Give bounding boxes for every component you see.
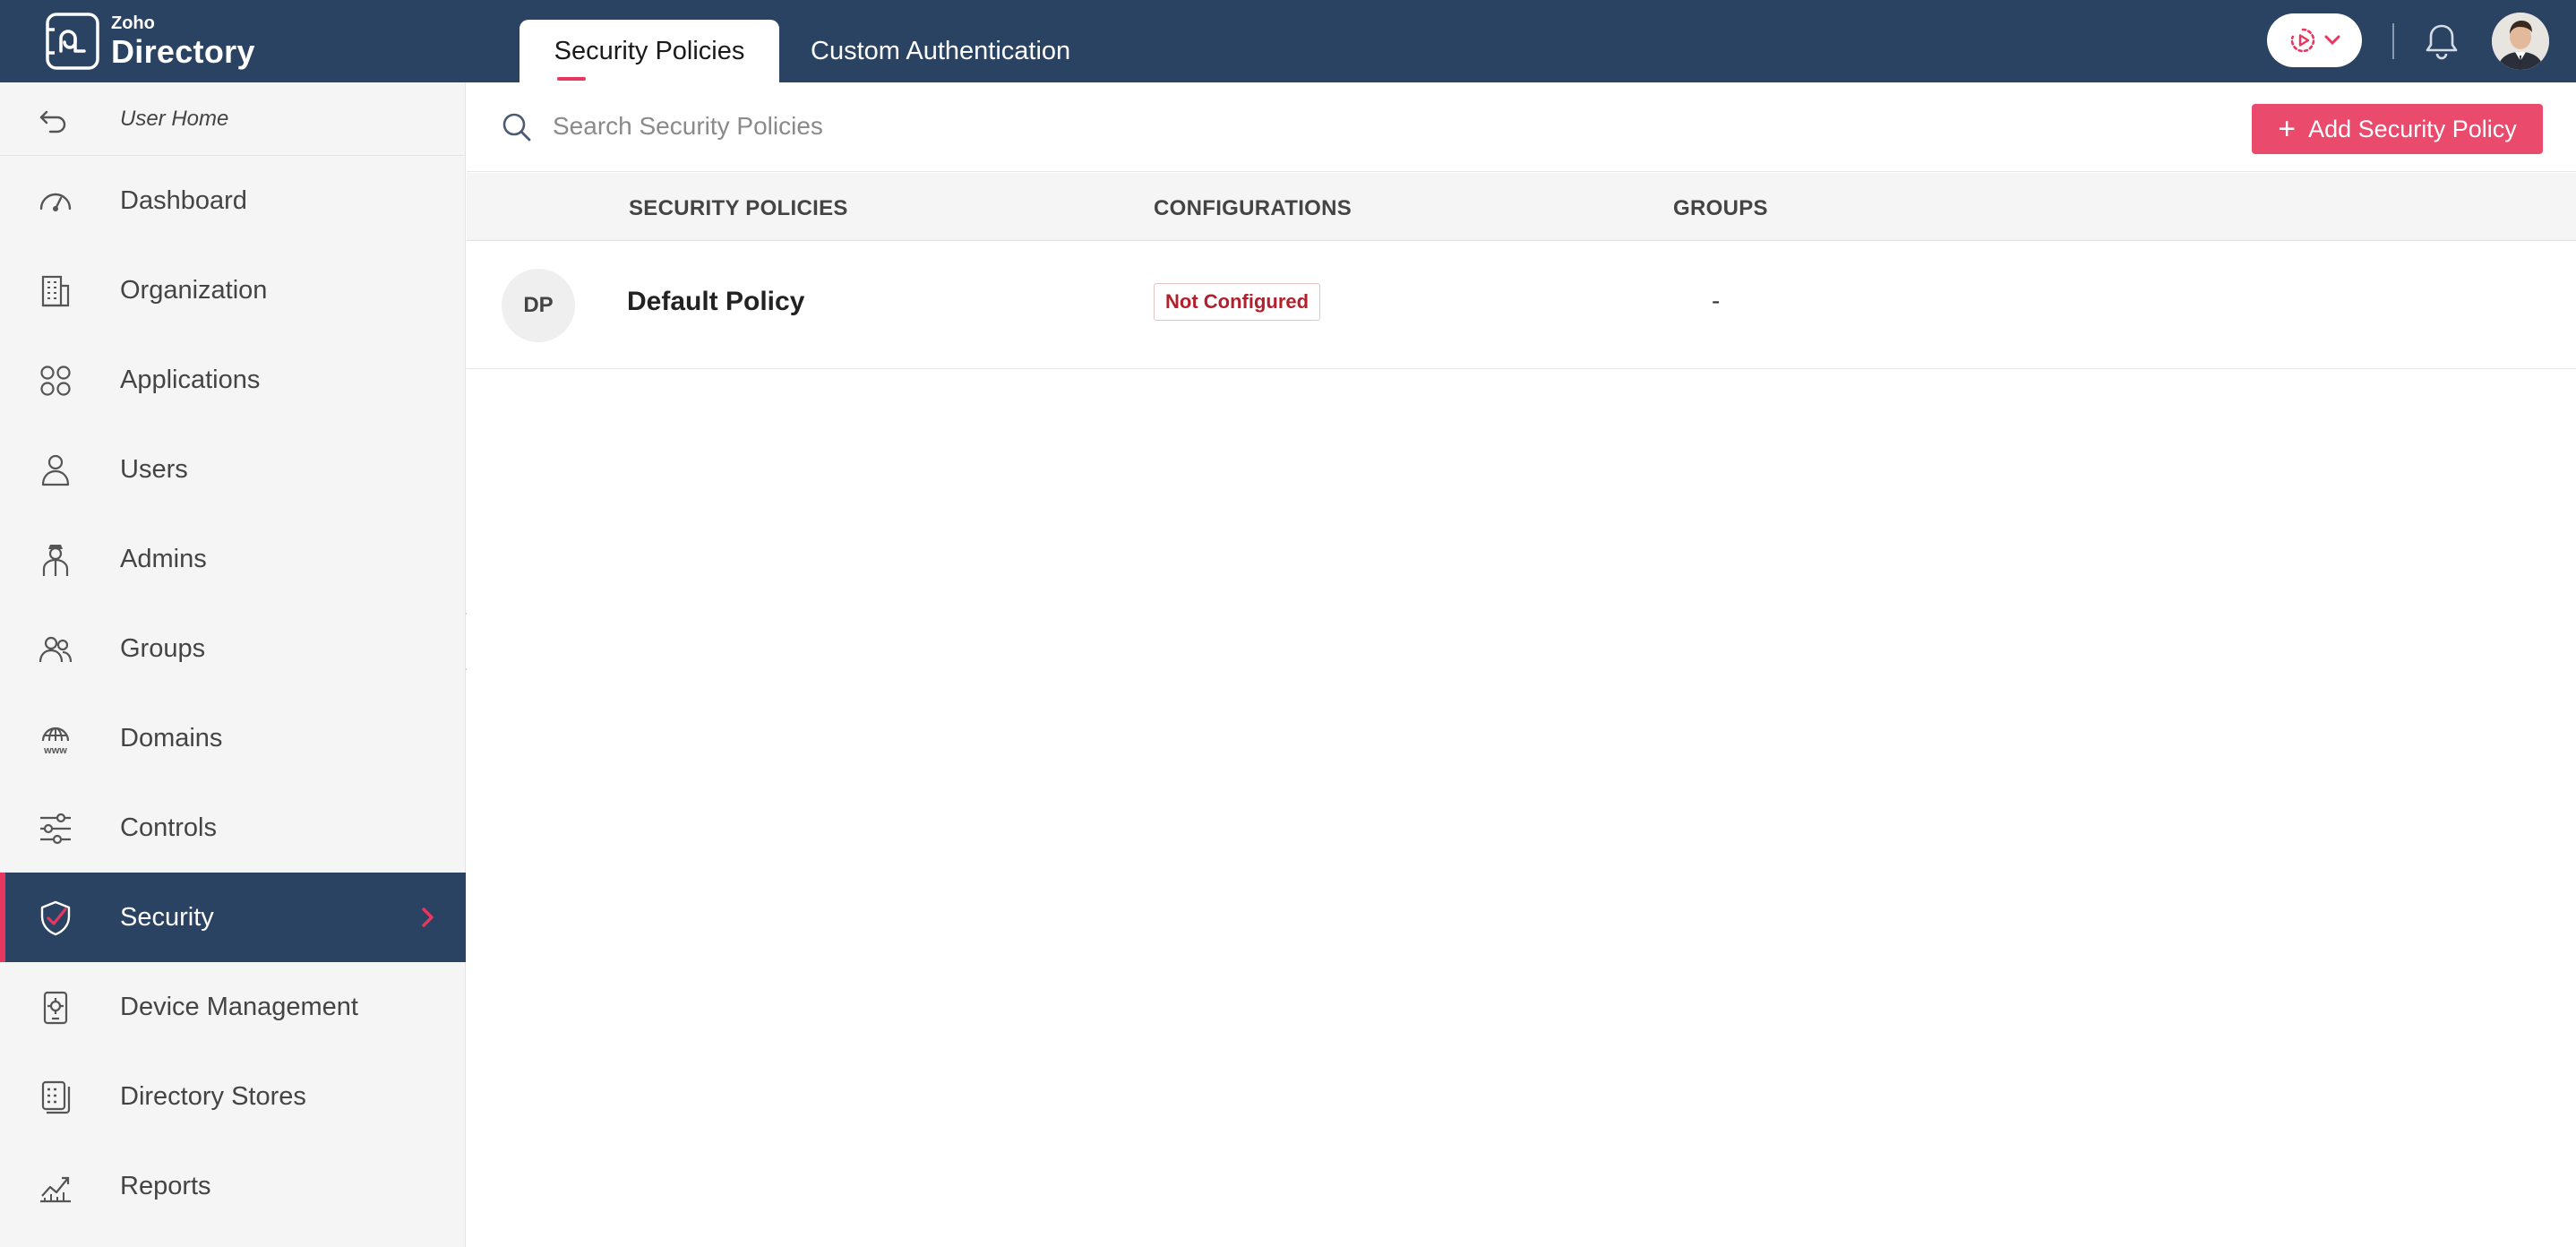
table-header: SECURITY POLICIES CONFIGURATIONS GROUPS	[467, 173, 2576, 241]
sidebar-item-label: Groups	[120, 633, 206, 663]
sidebar-item-domains[interactable]: www Domains	[0, 693, 466, 783]
column-header-configurations: CONFIGURATIONS	[1154, 196, 1352, 220]
header-divider	[2392, 23, 2394, 59]
device-gear-icon	[43, 991, 68, 1025]
brand-product: Directory	[111, 33, 255, 70]
store-icon	[41, 1080, 71, 1114]
admin-icon	[42, 545, 69, 576]
sidebar-item-label: Directory Stores	[120, 1081, 306, 1111]
sidebar-item-controls[interactable]: Controls	[0, 783, 466, 873]
sidebar-item-label: Applications	[120, 365, 261, 394]
sidebar-item-reports[interactable]: Reports	[0, 1141, 466, 1231]
policy-name[interactable]: Default Policy	[627, 287, 804, 317]
column-header-security-policies: SECURITY POLICIES	[629, 196, 848, 220]
add-button-label: Add Security Policy	[2308, 115, 2517, 142]
sliders-icon	[40, 813, 71, 845]
sidebar-item-directory-stores[interactable]: Directory Stores	[0, 1052, 466, 1141]
tab-custom-authentication[interactable]: Custom Authentication	[811, 20, 1124, 82]
sidebar-item-label: Users	[120, 454, 188, 484]
user-home-label: User Home	[120, 106, 229, 131]
sidebar-item-label: Dashboard	[120, 185, 247, 215]
sidebar-item-applications[interactable]: Applications	[0, 335, 466, 425]
sidebar-item-label: Organization	[120, 275, 268, 305]
chevron-down-icon	[2324, 35, 2340, 46]
sidebar-item-label: Controls	[120, 813, 217, 842]
search-icon[interactable]	[499, 109, 535, 145]
profile-photo-icon	[2492, 13, 2549, 70]
sidebar-item-admins[interactable]: Admins	[0, 514, 466, 604]
sidebar-item-label: Device Management	[120, 992, 358, 1021]
bell-icon[interactable]	[2420, 20, 2463, 63]
policy-initials-avatar: DP	[502, 269, 575, 342]
sidebar-item-label: Reports	[120, 1171, 211, 1200]
add-security-policy-button[interactable]: + Add Security Policy	[2252, 104, 2543, 154]
sidebar-item-label: Admins	[120, 544, 207, 573]
building-icon	[41, 275, 70, 307]
user-icon	[41, 454, 70, 486]
brand-logo[interactable]: Zoho Directory	[45, 11, 255, 72]
sidebar-item-label: Security	[120, 902, 214, 932]
directory-logo-icon	[46, 13, 99, 70]
chevron-right-icon	[422, 907, 434, 927]
sidebar: User Home Dashboard Organization Applica…	[0, 82, 466, 1247]
sidebar-item-groups[interactable]: Groups	[0, 604, 466, 693]
status-badge: Not Configured	[1154, 283, 1321, 321]
back-arrow-icon	[39, 110, 66, 133]
table-row[interactable]: DP Default Policy Not Configured -	[467, 242, 2576, 369]
group-icon	[39, 636, 73, 663]
apps-grid-icon	[40, 366, 71, 396]
globe-www-icon: www	[41, 727, 70, 756]
search-bar: + Add Security Policy	[467, 82, 2576, 172]
sidebar-item-device-management[interactable]: Device Management	[0, 962, 466, 1052]
user-home-link[interactable]: User Home	[0, 82, 466, 156]
search-input[interactable]	[553, 106, 1627, 147]
active-tab-indicator	[557, 77, 586, 81]
shield-check-icon	[40, 900, 71, 936]
policy-groups: -	[1712, 287, 1721, 314]
top-header: Zoho Directory Security Policies Custom …	[0, 0, 2576, 82]
sidebar-item-security[interactable]: Security	[0, 873, 466, 962]
sidebar-item-dashboard[interactable]: Dashboard	[0, 156, 466, 245]
main-content: + Add Security Policy SECURITY POLICIES …	[467, 82, 2576, 1247]
active-indicator	[0, 873, 5, 962]
svg-text:www: www	[43, 745, 67, 756]
brand-company: Zoho	[111, 13, 155, 33]
quick-launch-button[interactable]	[2267, 13, 2362, 67]
play-circle-icon	[2290, 28, 2315, 53]
column-header-groups: GROUPS	[1673, 196, 1768, 220]
user-avatar[interactable]	[2492, 13, 2549, 70]
plus-icon: +	[2278, 112, 2297, 146]
tab-label: Custom Authentication	[811, 36, 1071, 65]
tab-label: Security Policies	[554, 36, 745, 65]
gauge-icon	[39, 193, 72, 211]
sidebar-item-organization[interactable]: Organization	[0, 245, 466, 335]
tab-security-policies[interactable]: Security Policies	[519, 20, 779, 82]
chart-trend-icon	[40, 1176, 71, 1203]
sidebar-item-label: Domains	[120, 723, 223, 752]
sidebar-item-users[interactable]: Users	[0, 425, 466, 514]
